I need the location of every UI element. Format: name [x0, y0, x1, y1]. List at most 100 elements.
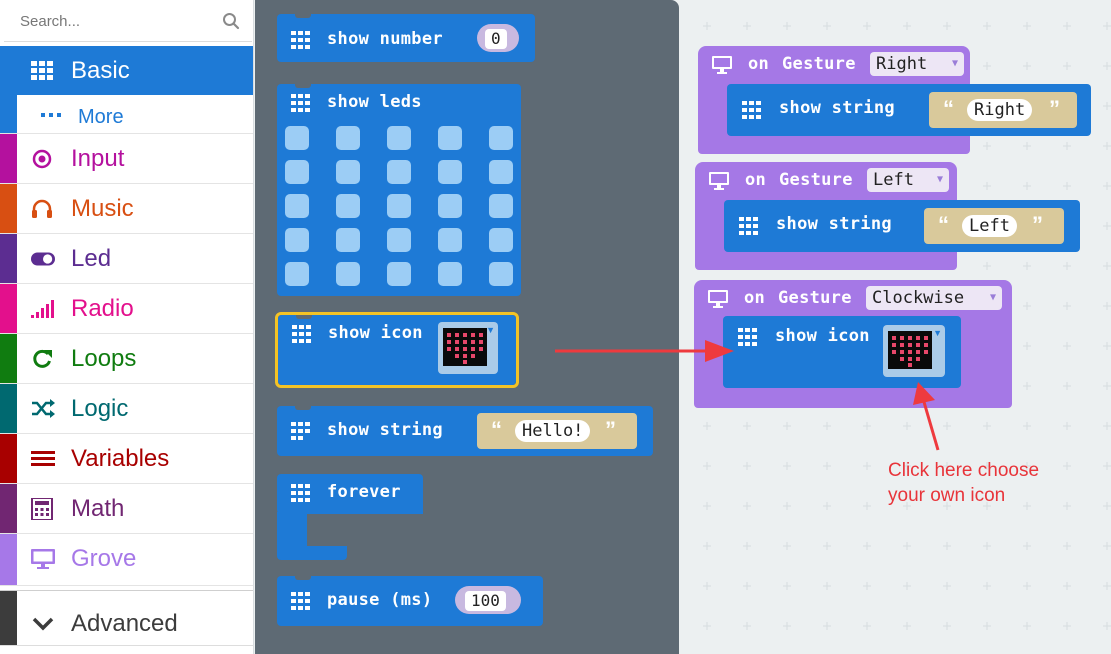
- string-input-slot[interactable]: “ Right ”: [929, 92, 1077, 128]
- category-radio[interactable]: Radio: [0, 284, 253, 334]
- block-show-string-left[interactable]: show string “ Left ”: [724, 200, 1080, 252]
- block-pause[interactable]: pause (ms) 100: [277, 576, 543, 626]
- icon-picker-dropdown[interactable]: ▼: [883, 325, 945, 377]
- grid-icon: [291, 94, 310, 112]
- gesture-dropdown[interactable]: Left ▼: [867, 168, 949, 192]
- block-show-leds[interactable]: show leds: [277, 84, 521, 296]
- grid-icon: [738, 328, 757, 346]
- number-input-slot[interactable]: 0: [477, 24, 519, 52]
- category-math[interactable]: Math: [0, 484, 253, 534]
- block-forever[interactable]: forever: [277, 474, 423, 514]
- led-cell[interactable]: [336, 160, 360, 184]
- dropdown-value: Clockwise: [872, 288, 965, 308]
- led-cell[interactable]: [438, 262, 462, 286]
- led-cell[interactable]: [489, 160, 513, 184]
- led-cell[interactable]: [285, 262, 309, 286]
- category-loops[interactable]: Loops: [0, 334, 253, 384]
- category-music[interactable]: Music: [0, 184, 253, 234]
- headphones-icon: [32, 199, 52, 218]
- chevron-down-icon: [32, 617, 54, 631]
- refresh-icon: [33, 349, 52, 368]
- category-advanced[interactable]: Advanced: [0, 590, 253, 646]
- led-cell[interactable]: [387, 228, 411, 252]
- block-notch: [295, 84, 311, 88]
- grid-icon: [739, 217, 758, 235]
- open-quote-icon: “: [943, 96, 954, 121]
- block-show-string[interactable]: show string “ Hello! ”: [277, 406, 653, 456]
- led-cell[interactable]: [489, 262, 513, 286]
- block-label: forever: [327, 482, 401, 502]
- string-input-slot[interactable]: “ Hello! ”: [477, 413, 637, 449]
- string-input-slot[interactable]: “ Left ”: [924, 208, 1064, 244]
- string-value[interactable]: Hello!: [515, 420, 591, 442]
- led-cell[interactable]: [438, 160, 462, 184]
- number-value[interactable]: 0: [485, 29, 507, 49]
- led-cell[interactable]: [285, 126, 309, 150]
- led-cell[interactable]: [489, 228, 513, 252]
- category-more[interactable]: More: [0, 95, 253, 134]
- block-show-icon-clockwise[interactable]: show icon ▼: [723, 316, 961, 388]
- category-variables[interactable]: Variables: [0, 434, 253, 484]
- led-cell[interactable]: [285, 160, 309, 184]
- led-cell[interactable]: [336, 126, 360, 150]
- block-label: Gesture: [778, 288, 852, 308]
- led-cell[interactable]: [285, 194, 309, 218]
- category-color-bar: [0, 434, 17, 483]
- block-label: show string: [779, 98, 895, 118]
- close-quote-icon: ”: [1049, 96, 1060, 121]
- monitor-icon: [709, 172, 729, 190]
- block-show-number[interactable]: show number 0: [277, 14, 535, 62]
- led-cell[interactable]: [387, 160, 411, 184]
- category-basic[interactable]: Basic: [0, 46, 253, 95]
- block-label: show string: [327, 420, 443, 440]
- search-input[interactable]: [4, 0, 252, 42]
- block-label: show string: [776, 214, 892, 234]
- gesture-dropdown[interactable]: Clockwise ▼: [866, 286, 1002, 310]
- category-color-bar: [0, 534, 17, 585]
- led-cell[interactable]: [336, 228, 360, 252]
- string-value[interactable]: Right: [967, 99, 1033, 121]
- pause-value[interactable]: 100: [465, 591, 506, 611]
- block-forever-bottom: [277, 546, 347, 560]
- led-cell[interactable]: [438, 126, 462, 150]
- gesture-dropdown[interactable]: Right ▼: [870, 52, 964, 76]
- led-cell[interactable]: [438, 228, 462, 252]
- search-icon[interactable]: [222, 12, 240, 30]
- icon-picker-dropdown[interactable]: ▼: [438, 322, 498, 374]
- led-cell[interactable]: [489, 126, 513, 150]
- block-show-icon[interactable]: show icon ▼: [278, 315, 516, 385]
- led-cell[interactable]: [285, 228, 309, 252]
- block-label: on: [748, 54, 770, 74]
- led-cell[interactable]: [438, 194, 462, 218]
- led-cell[interactable]: [387, 126, 411, 150]
- led-cell[interactable]: [336, 262, 360, 286]
- number-input-slot[interactable]: 100: [455, 586, 521, 614]
- category-color-bar: [0, 284, 17, 333]
- calculator-icon: [31, 498, 53, 520]
- signal-bars-icon: [31, 300, 54, 318]
- led-cell[interactable]: [336, 194, 360, 218]
- string-value[interactable]: Left: [962, 215, 1017, 237]
- code-workspace[interactable]: on Gesture Right ▼ show string “ Right ”…: [679, 0, 1111, 654]
- grid-icon: [291, 592, 310, 610]
- led-cell[interactable]: [489, 194, 513, 218]
- grid-icon: [292, 325, 311, 343]
- grid-icon: [742, 101, 761, 119]
- category-label: Led: [71, 245, 112, 272]
- dropdown-value: Right: [876, 54, 928, 74]
- category-grove[interactable]: Grove: [0, 534, 253, 586]
- category-label: Advanced: [71, 610, 178, 637]
- category-led[interactable]: Led: [0, 234, 253, 284]
- open-quote-icon: “: [491, 417, 502, 442]
- category-input[interactable]: Input: [0, 134, 253, 184]
- shuffle-icon: [32, 399, 55, 418]
- block-forever-c-arm: [277, 512, 307, 548]
- dropdown-value: Left: [873, 170, 914, 190]
- dropdown-arrow-icon: ▼: [989, 292, 996, 303]
- block-show-string-right[interactable]: show string “ Right ”: [727, 84, 1091, 136]
- category-label: Music: [71, 195, 134, 222]
- category-logic[interactable]: Logic: [0, 384, 253, 434]
- led-cell[interactable]: [387, 194, 411, 218]
- annotation-line: Click here choose: [888, 460, 1040, 481]
- led-cell[interactable]: [387, 262, 411, 286]
